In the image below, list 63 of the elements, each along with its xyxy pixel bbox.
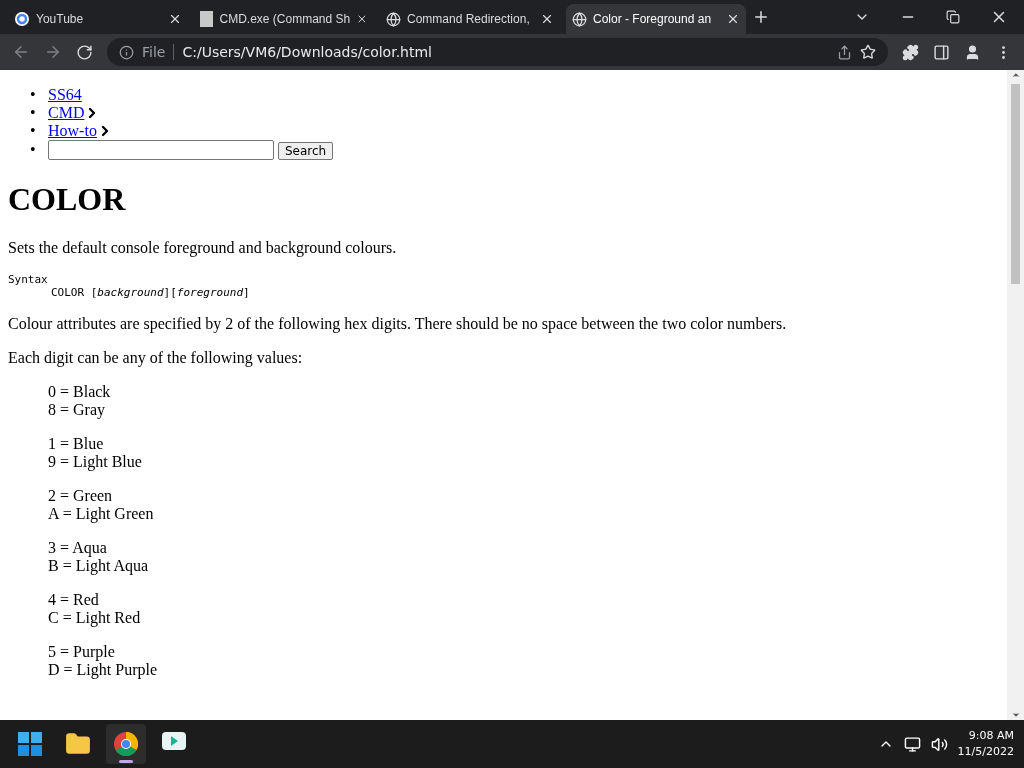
- reload-icon[interactable]: [76, 43, 93, 61]
- bullet: •: [30, 86, 37, 104]
- browser-tab[interactable]: YouTube: [8, 4, 188, 34]
- scrollbar[interactable]: [1007, 70, 1024, 720]
- scheme-label: File: [142, 44, 166, 60]
- browser-tab[interactable]: Color - Foreground an: [566, 4, 746, 34]
- time-text: 9:08 AM: [968, 728, 1014, 744]
- color-value-text: 3 = Aqua: [48, 539, 107, 556]
- syntax-command: COLOR [background][foreground]: [51, 286, 250, 299]
- scrollbar-thumb[interactable]: [1011, 84, 1020, 284]
- globe-icon: [386, 11, 401, 27]
- color-value-text: 9 = Light Blue: [48, 453, 142, 470]
- intro-text: Sets the default console foreground and background colours.: [8, 239, 398, 257]
- url-text: C:/Users/VM6/Downloads/color.html: [182, 44, 433, 60]
- new-tab-icon[interactable]: [752, 8, 770, 26]
- bookmark-star-icon[interactable]: [860, 44, 876, 60]
- extensions-icon[interactable]: [902, 43, 919, 61]
- color-value-text: 4 = Red: [48, 591, 99, 608]
- restore-icon[interactable]: [946, 10, 960, 24]
- info-icon[interactable]: [119, 44, 134, 60]
- volume-icon[interactable]: [930, 735, 948, 753]
- browser-tab[interactable]: Command Redirection,: [380, 4, 560, 34]
- date-text: 11/5/2022: [957, 744, 1014, 760]
- color-value-text: D = Light Purple: [48, 661, 157, 678]
- forward-icon[interactable]: [44, 43, 62, 61]
- bullet: •: [30, 122, 37, 140]
- address-bar[interactable]: File C:/Users/VM6/Downloads/color.html: [107, 38, 888, 66]
- side-panel-icon[interactable]: [933, 43, 950, 61]
- color-value-text: 0 = Black: [48, 383, 111, 400]
- color-value-text: 8 = Gray: [48, 401, 105, 418]
- folder-icon[interactable]: [65, 731, 91, 757]
- search-button[interactable]: Search: [278, 141, 334, 160]
- scroll-down-icon[interactable]: [1010, 710, 1021, 720]
- back-icon[interactable]: [12, 43, 30, 61]
- color-value-text: B = Light Aqua: [48, 557, 149, 574]
- syntax-label: Syntax: [8, 273, 48, 286]
- close-icon[interactable]: [726, 12, 740, 26]
- nav-link[interactable]: How-to: [48, 122, 97, 139]
- search-field[interactable]: [48, 140, 274, 160]
- paragraph-text: Each digit can be any of the following values:: [8, 349, 303, 366]
- page-icon: [200, 11, 214, 27]
- windows-logo-icon[interactable]: [18, 732, 42, 756]
- clock[interactable]: 9:08 AM 11/5/2022: [957, 728, 1014, 760]
- browser-icon[interactable]: [114, 732, 138, 756]
- globe-icon: [572, 11, 587, 27]
- color-value-text: 2 = Green: [48, 487, 113, 504]
- close-icon[interactable]: [540, 12, 554, 26]
- page-heading: COLOR: [8, 181, 127, 218]
- nav-link[interactable]: SS64: [48, 86, 82, 103]
- color-value-text: 5 = Purple: [48, 643, 115, 660]
- profile-icon[interactable]: [964, 43, 981, 61]
- color-value-text: A = Light Green: [48, 505, 154, 522]
- color-value-text: C = Light Red: [48, 609, 141, 626]
- color-value-text: 1 = Blue: [48, 435, 104, 452]
- share-icon[interactable]: [837, 44, 852, 60]
- paragraph-text: Colour attributes are specified by 2 of the following hex digits. There should be no space between the two color numbers.: [8, 315, 787, 332]
- bullet: •: [30, 140, 37, 159]
- network-icon[interactable]: [903, 735, 921, 753]
- scroll-up-icon[interactable]: [1010, 70, 1021, 80]
- browser-tab[interactable]: CMD.exe (Command Sh: [194, 4, 374, 34]
- bullet: •: [30, 104, 37, 122]
- close-icon[interactable]: [168, 12, 182, 26]
- nav-link[interactable]: CMD: [48, 104, 85, 121]
